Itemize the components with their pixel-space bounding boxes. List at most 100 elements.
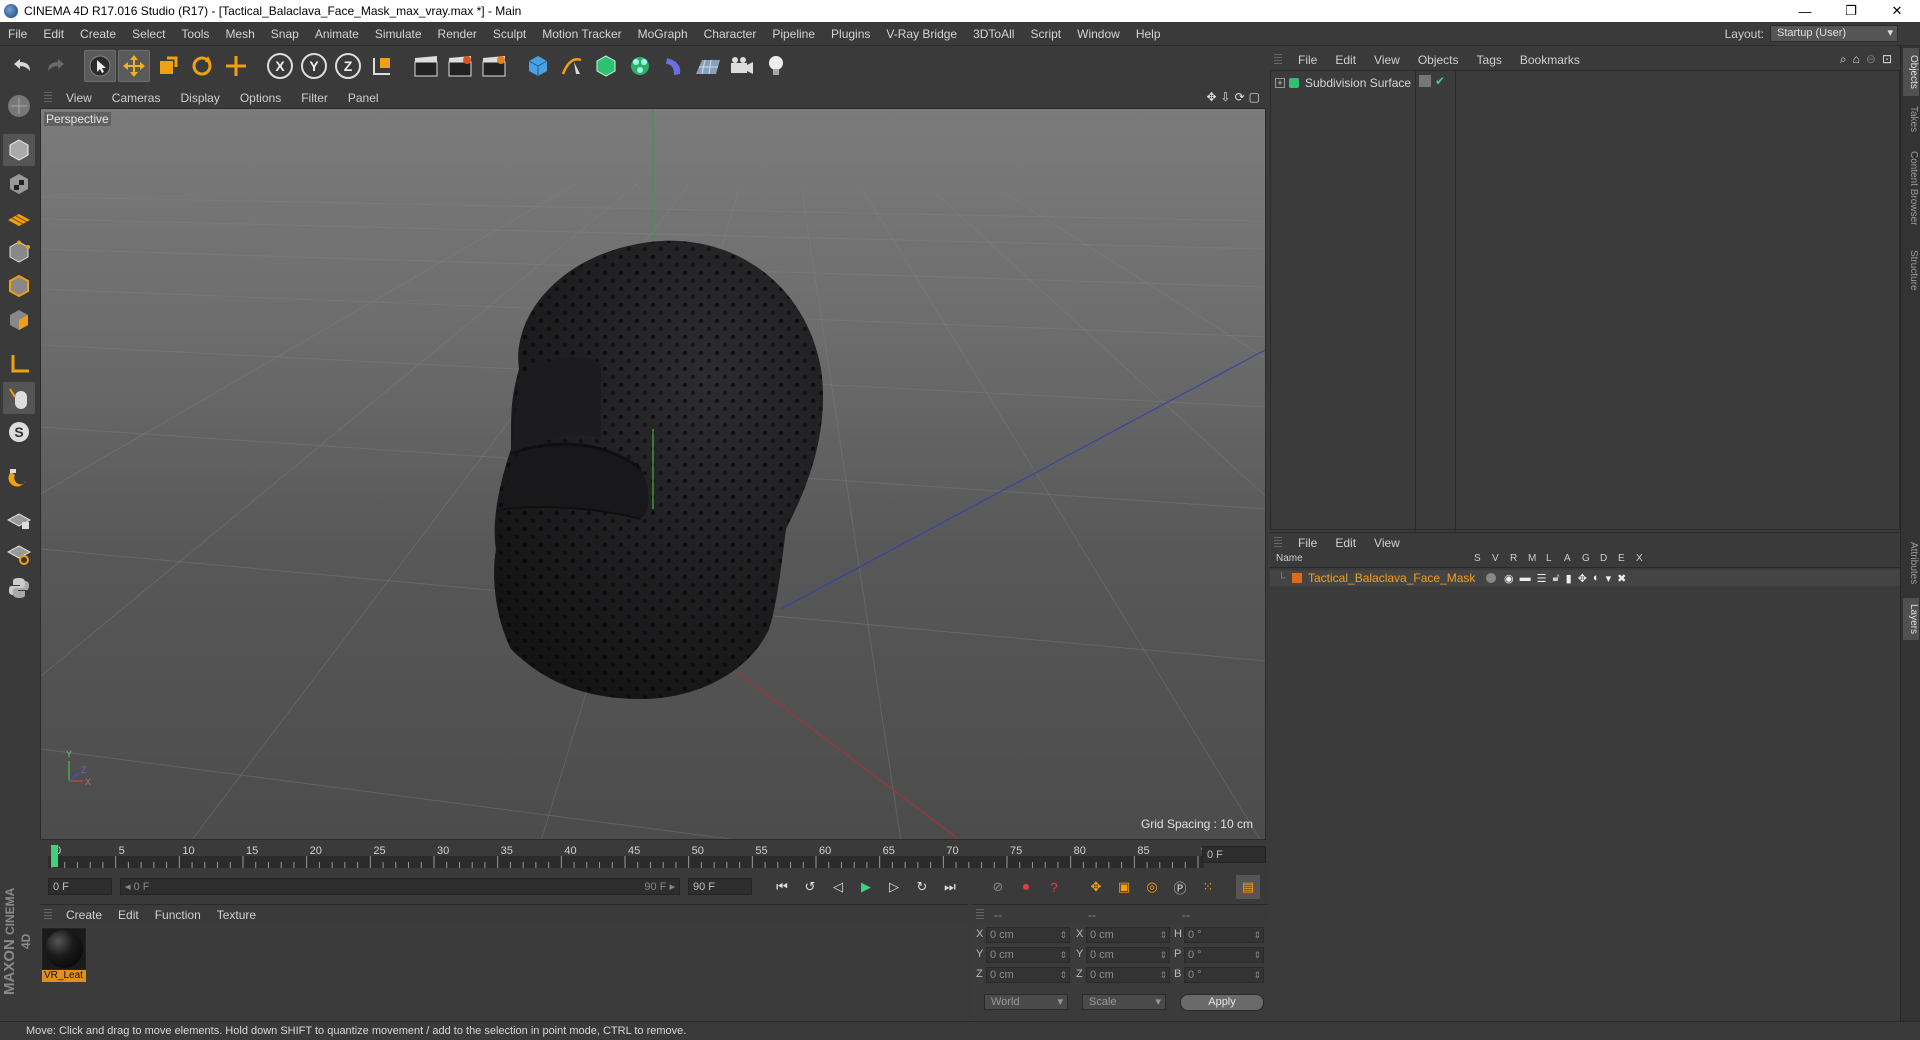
tweak-mode-button[interactable] bbox=[3, 382, 35, 414]
viewport-menu-view[interactable]: View bbox=[66, 91, 92, 105]
tab-layers[interactable]: Layers bbox=[1903, 598, 1919, 640]
array-cloner-button[interactable] bbox=[624, 50, 656, 82]
viewport-menu-panel[interactable]: Panel bbox=[348, 91, 379, 105]
tab-attributes[interactable]: Attributes bbox=[1903, 534, 1919, 592]
solo-button[interactable]: S bbox=[3, 416, 35, 448]
panel-grip[interactable] bbox=[44, 909, 52, 921]
menu-mograph[interactable]: MoGraph bbox=[630, 27, 696, 41]
size-x-field[interactable]: 0 cm bbox=[1086, 927, 1170, 943]
edge-mode-button[interactable] bbox=[3, 270, 35, 302]
live-selection-button[interactable] bbox=[84, 50, 116, 82]
expand-panel-icon[interactable]: ⊡ bbox=[1882, 52, 1892, 67]
col-render[interactable]: R bbox=[1510, 553, 1517, 564]
menu-motion-tracker[interactable]: Motion Tracker bbox=[534, 27, 629, 41]
close-button[interactable]: ✕ bbox=[1874, 0, 1920, 22]
menu-select[interactable]: Select bbox=[124, 27, 173, 41]
spline-pen-button[interactable] bbox=[556, 50, 588, 82]
layer-menu-edit[interactable]: Edit bbox=[1335, 536, 1356, 550]
start-frame-field[interactable]: 0 F bbox=[48, 878, 112, 895]
keyframe-selection-button[interactable]: ? bbox=[1042, 875, 1066, 899]
polygon-mode-button[interactable] bbox=[3, 304, 35, 336]
col-expressions[interactable]: E bbox=[1618, 553, 1625, 564]
material-swatch[interactable]: VR_Leat bbox=[42, 928, 86, 982]
expand-toggle-icon[interactable]: + bbox=[1275, 78, 1285, 88]
panel-grip[interactable] bbox=[976, 909, 984, 921]
timeline-track[interactable] bbox=[48, 856, 1204, 868]
col-name[interactable]: Name bbox=[1276, 553, 1303, 564]
solo-dot-icon[interactable] bbox=[1486, 573, 1496, 583]
layer-row[interactable]: └ Tactical_Balaclava_Face_Mask ◉ ▬ ☰ 🔓︎ … bbox=[1270, 570, 1900, 586]
object-menu-bookmarks[interactable]: Bookmarks bbox=[1520, 53, 1580, 67]
size-mode-dropdown[interactable]: Scale bbox=[1082, 994, 1166, 1010]
model-mode-button[interactable] bbox=[3, 134, 35, 166]
search-icon[interactable]: ⌕ bbox=[1840, 52, 1847, 67]
light-button[interactable] bbox=[760, 50, 792, 82]
previous-frame-button[interactable]: ◁ bbox=[826, 875, 850, 899]
dolly-view-icon[interactable]: ⇩ bbox=[1221, 90, 1231, 104]
menu-snap[interactable]: Snap bbox=[263, 27, 307, 41]
menu-window[interactable]: Window bbox=[1069, 27, 1128, 41]
y-axis-lock-button[interactable]: Y bbox=[298, 50, 330, 82]
undo-button[interactable] bbox=[6, 50, 38, 82]
generator-icon[interactable]: ✥ bbox=[1578, 572, 1587, 585]
pos-x-field[interactable]: 0 cm bbox=[986, 927, 1070, 943]
texture-mode-button[interactable] bbox=[3, 168, 35, 200]
tab-structure[interactable]: Structure bbox=[1903, 242, 1919, 298]
lock-icon[interactable]: 🔓︎ bbox=[1552, 572, 1559, 585]
col-solo[interactable]: S bbox=[1474, 553, 1481, 564]
parameter-key-button[interactable]: Ⓟ bbox=[1168, 875, 1192, 899]
rotate-view-icon[interactable]: ⟳ bbox=[1235, 90, 1245, 104]
workplane-mode-button[interactable] bbox=[3, 202, 35, 234]
snap-button[interactable] bbox=[3, 460, 35, 492]
subdivision-surface-button[interactable] bbox=[590, 50, 622, 82]
rotate-tool-button[interactable] bbox=[186, 50, 218, 82]
z-axis-lock-button[interactable]: Z bbox=[332, 50, 364, 82]
col-deformers[interactable]: D bbox=[1600, 553, 1607, 564]
scale-key-button[interactable]: ▣ bbox=[1112, 875, 1136, 899]
panel-grip[interactable] bbox=[44, 92, 52, 104]
menu-animate[interactable]: Animate bbox=[307, 27, 367, 41]
autokey-button[interactable]: ⏺ bbox=[1014, 875, 1038, 899]
next-frame-button[interactable]: ▷ bbox=[882, 875, 906, 899]
planar-workplane-button[interactable] bbox=[3, 538, 35, 570]
render-clapper-icon[interactable]: ▬ bbox=[1520, 572, 1531, 584]
python-button[interactable] bbox=[3, 572, 35, 604]
position-key-button[interactable]: ✥ bbox=[1084, 875, 1108, 899]
render-to-picture-viewer-button[interactable] bbox=[444, 50, 476, 82]
xref-icon[interactable]: ✖ bbox=[1617, 572, 1626, 585]
size-y-field[interactable]: 0 cm bbox=[1086, 947, 1170, 963]
col-generators[interactable]: G bbox=[1582, 553, 1590, 564]
menu-3dtoall[interactable]: 3DToAll bbox=[965, 27, 1022, 41]
locked-workplane-button[interactable] bbox=[3, 504, 35, 536]
cube-primitive-button[interactable] bbox=[522, 50, 554, 82]
tab-takes[interactable]: Takes bbox=[1903, 102, 1919, 136]
material-menu-edit[interactable]: Edit bbox=[118, 908, 139, 922]
move-tool-button[interactable] bbox=[118, 50, 150, 82]
camera-button[interactable] bbox=[726, 50, 758, 82]
col-xref[interactable]: X bbox=[1636, 553, 1643, 564]
panel-grip[interactable] bbox=[1274, 54, 1282, 66]
tab-objects[interactable]: Objects bbox=[1903, 48, 1919, 96]
record-keys-button[interactable]: ⊘ bbox=[986, 875, 1010, 899]
panel-grip[interactable] bbox=[1274, 537, 1282, 549]
menu-mesh[interactable]: Mesh bbox=[217, 27, 262, 41]
make-editable-button[interactable] bbox=[3, 90, 35, 122]
coordinate-mode-dropdown[interactable]: World bbox=[984, 994, 1068, 1010]
rot-h-field[interactable]: 0 ° bbox=[1184, 927, 1264, 943]
menu-vray-bridge[interactable]: V-Ray Bridge bbox=[878, 27, 965, 41]
menu-help[interactable]: Help bbox=[1128, 27, 1169, 41]
deformer-button[interactable] bbox=[658, 50, 690, 82]
render-view-button[interactable] bbox=[410, 50, 442, 82]
perspective-viewport[interactable]: Y X Z Perspective Grid Spacing : 10 cm bbox=[40, 108, 1266, 840]
last-tool-button[interactable] bbox=[220, 50, 252, 82]
apply-button[interactable]: Apply bbox=[1180, 994, 1264, 1011]
minimize-button[interactable]: — bbox=[1782, 0, 1828, 22]
go-to-end-button[interactable]: ⏭ bbox=[938, 875, 962, 899]
home-icon[interactable]: ⌂ bbox=[1853, 52, 1860, 67]
link-icon[interactable]: ⊖ bbox=[1866, 52, 1876, 67]
layer-menu-file[interactable]: File bbox=[1298, 536, 1317, 550]
play-button[interactable]: ▶ bbox=[854, 875, 878, 899]
pos-z-field[interactable]: 0 cm bbox=[986, 967, 1070, 983]
restore-button[interactable]: ❐ bbox=[1828, 0, 1874, 22]
object-menu-view[interactable]: View bbox=[1374, 53, 1400, 67]
